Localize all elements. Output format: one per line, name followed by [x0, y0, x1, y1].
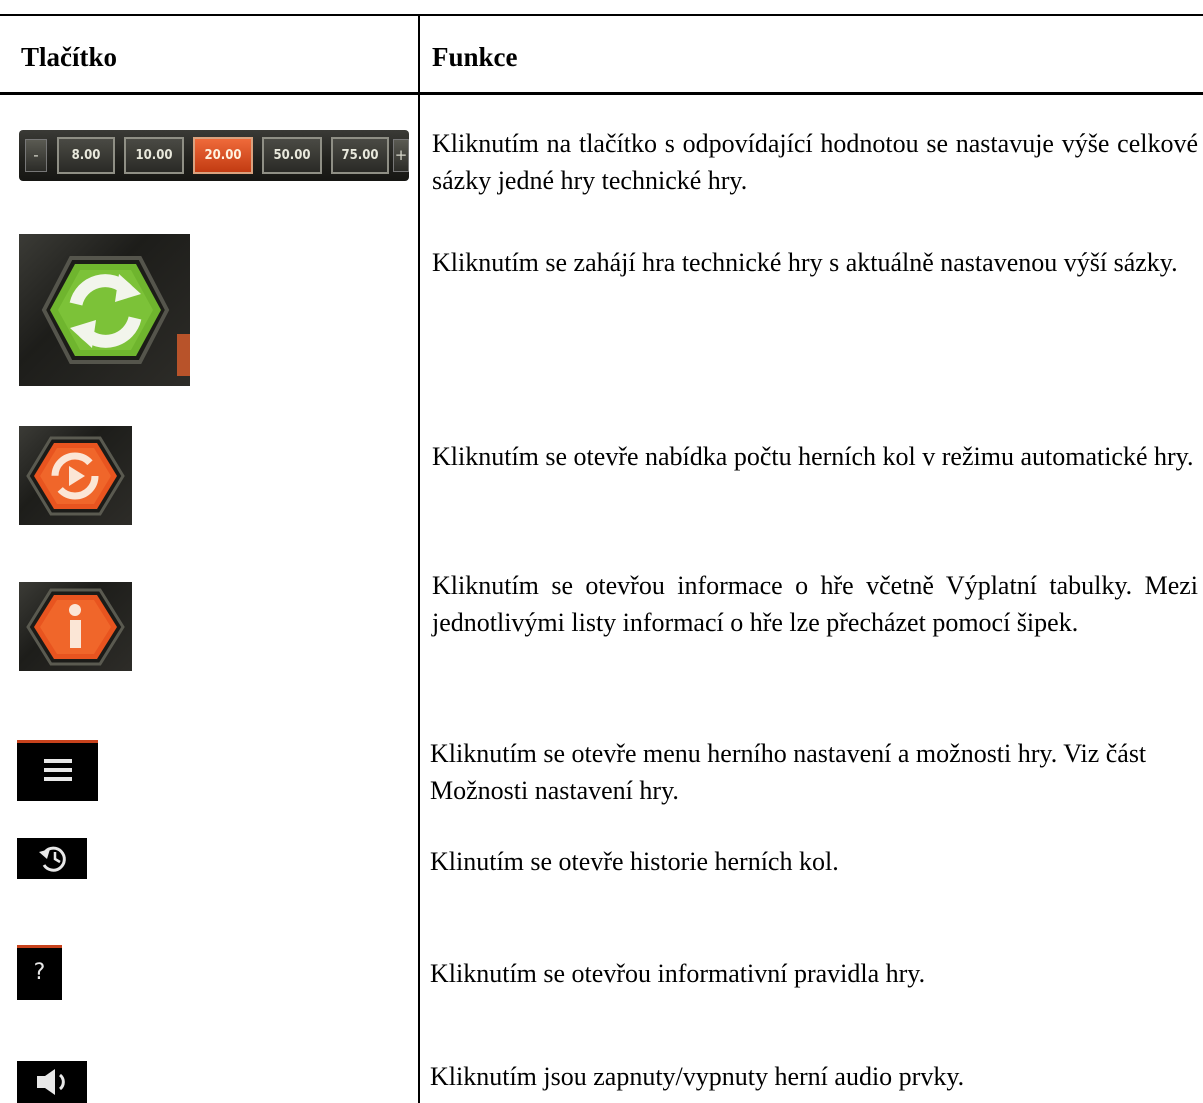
column-divider [418, 14, 420, 1103]
button-accent [17, 945, 62, 948]
info-icon [26, 588, 125, 666]
help-button[interactable]: ? [17, 945, 62, 1000]
info-button[interactable] [19, 582, 132, 671]
row-description: Klinutím se otevře historie herních kol. [430, 847, 839, 876]
spin-icon [41, 256, 190, 376]
bet-value-button[interactable]: 75.00 [331, 137, 389, 174]
column-header-function: Funkce [432, 42, 518, 72]
bet-selector[interactable]: - 8.00 10.00 20.00 50.00 75.00 + [19, 130, 409, 181]
row-description: Kliknutím se otevře menu herního nastave… [430, 739, 1147, 805]
autoplay-icon [26, 436, 125, 516]
sound-icon [37, 1069, 65, 1095]
bet-value-button-selected[interactable]: 20.00 [193, 137, 253, 174]
bet-decrease-button[interactable]: - [25, 139, 47, 172]
row-description: Kliknutím jsou zapnuty/vypnuty herní aud… [430, 1062, 965, 1091]
row-description: Kliknutím se otevře nabídka počtu herníc… [432, 442, 1194, 471]
sound-button[interactable] [17, 1061, 87, 1103]
bet-value-button[interactable]: 8.00 [57, 137, 115, 174]
menu-icon [44, 759, 72, 781]
menu-button[interactable] [17, 740, 98, 801]
row-description: Kliknutím se otevřou informace o hře vče… [432, 571, 1198, 637]
bet-value-button[interactable]: 50.00 [262, 137, 322, 174]
button-accent [17, 740, 98, 743]
column-header-button: Tlačítko [21, 42, 118, 72]
header-bottom-border [0, 92, 1203, 95]
history-icon [39, 846, 66, 872]
bet-value-button[interactable]: 10.00 [124, 137, 184, 174]
row-description: Kliknutím na tlačítko s odpovídající hod… [432, 129, 1198, 195]
table-top-border [0, 14, 1203, 16]
bet-increase-button[interactable]: + [393, 139, 409, 172]
history-button[interactable] [17, 838, 87, 879]
row-description: Kliknutím se otevřou informativní pravid… [430, 959, 926, 988]
help-icon: ? [33, 960, 46, 985]
autoplay-button[interactable] [19, 426, 132, 525]
row-description: Kliknutím se zahájí hra technické hry s … [432, 248, 1178, 277]
spin-button[interactable] [19, 234, 190, 386]
